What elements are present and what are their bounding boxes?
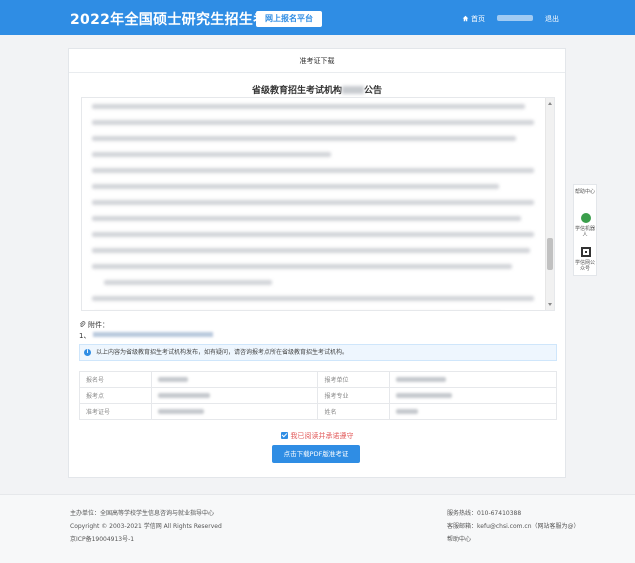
redacted-text xyxy=(342,86,364,94)
footer-icp[interactable]: 京ICP备19004913号-1 xyxy=(70,534,134,543)
attachment-label: 附件： xyxy=(79,320,109,330)
label-name: 姓名 xyxy=(317,403,391,420)
scroll-thumb[interactable] xyxy=(547,238,553,270)
footer-sponsor: 主办单位：全国高等学校学生信息咨询与就业指导中心 xyxy=(70,510,215,517)
value-redacted xyxy=(389,371,557,388)
candidate-info-table: 报名号 报考单位 报考点 报考专业 准考证号 姓名 xyxy=(79,371,557,420)
paperclip-icon xyxy=(79,321,86,327)
floating-side-panel: 帮助中心 学信机器人 学信网公众号 xyxy=(573,184,597,276)
site-title: 2022年全国硕士研究生招生考试 xyxy=(70,12,282,28)
attachment-label-text: 附件： xyxy=(88,321,109,329)
qr-code-icon[interactable] xyxy=(581,247,591,257)
info-notice: i 以上内容为省级教育招生考试机构发布，如有疑问，请咨询报考点所在省级教育招生考… xyxy=(79,344,557,361)
value-redacted xyxy=(150,403,319,420)
announcement-scrollbar[interactable] xyxy=(545,98,554,310)
help-center-link[interactable]: 帮助中心 xyxy=(574,189,596,195)
admission-ticket-card: 准考证下载 省级教育招生考试机构 公告 附件： 1、 i 以上内容为省级教育招生… xyxy=(68,48,566,478)
scroll-up-icon[interactable] xyxy=(548,102,552,105)
attachment-index: 1、 xyxy=(79,332,91,340)
value-redacted xyxy=(150,371,319,388)
agreement-row[interactable]: 我已阅读并承诺遵守 xyxy=(69,431,565,441)
footer-copyright: Copyright © 2003-2021 学信网 All Rights Res… xyxy=(70,523,222,530)
user-name-redacted[interactable] xyxy=(497,15,533,21)
announcement-text-redacted xyxy=(92,104,534,310)
announcement-title-prefix: 省级教育招生考试机构 xyxy=(251,86,342,96)
home-icon xyxy=(462,15,469,22)
download-pdf-button[interactable]: 点击下载PDF版准考证 xyxy=(272,445,360,463)
top-header: 2022年全国硕士研究生招生考试 网上报名平台 首页 退出 xyxy=(0,0,635,35)
wechat-label[interactable]: 学信网公众号 xyxy=(574,260,596,272)
announcement-title-suffix: 公告 xyxy=(364,86,383,96)
scroll-down-icon[interactable] xyxy=(548,303,552,306)
footer-phone: 服务热线：010-67410388 xyxy=(447,510,522,517)
table-row: 准考证号 姓名 xyxy=(79,403,557,420)
home-link[interactable]: 首页 xyxy=(462,14,485,24)
info-icon: i xyxy=(84,349,91,356)
footer-email[interactable]: 客服邮箱：kefu@chsi.com.cn（网站客服为@） xyxy=(447,521,580,530)
label-applied-unit: 报考单位 xyxy=(317,371,391,388)
label-applied-major: 报考专业 xyxy=(317,387,391,404)
card-title: 准考证下载 xyxy=(69,49,565,73)
home-label: 首页 xyxy=(471,15,485,23)
agreement-checkbox[interactable] xyxy=(280,432,288,439)
value-redacted xyxy=(389,387,557,404)
attachment-link-redacted[interactable] xyxy=(93,332,214,337)
label-registration-no: 报名号 xyxy=(79,371,152,388)
announcement-content[interactable] xyxy=(81,97,555,311)
label-exam-site: 报考点 xyxy=(79,387,152,404)
notice-text: 以上内容为省级教育招生考试机构发布，如有疑问，请咨询报考点所在省级教育招生考试机… xyxy=(96,349,349,356)
announcement-title: 省级教育招生考试机构 公告 xyxy=(69,83,565,96)
footer-help-link[interactable]: 帮助中心 xyxy=(447,534,471,543)
platform-badge[interactable]: 网上报名平台 xyxy=(256,11,322,27)
label-ticket-no: 准考证号 xyxy=(79,403,152,420)
agreement-text: 我已阅读并承诺遵守 xyxy=(290,432,354,440)
page-footer: 主办单位：全国高等学校学生信息咨询与就业指导中心 Copyright © 200… xyxy=(0,494,635,563)
robot-label[interactable]: 学信机器人 xyxy=(574,226,596,238)
logout-link[interactable]: 退出 xyxy=(545,14,559,24)
attachment-item: 1、 xyxy=(79,331,214,341)
value-redacted xyxy=(150,387,319,404)
table-row: 报考点 报考专业 xyxy=(79,387,557,404)
value-redacted xyxy=(389,403,557,420)
table-row: 报名号 报考单位 xyxy=(79,371,557,388)
robot-icon[interactable] xyxy=(581,213,591,223)
